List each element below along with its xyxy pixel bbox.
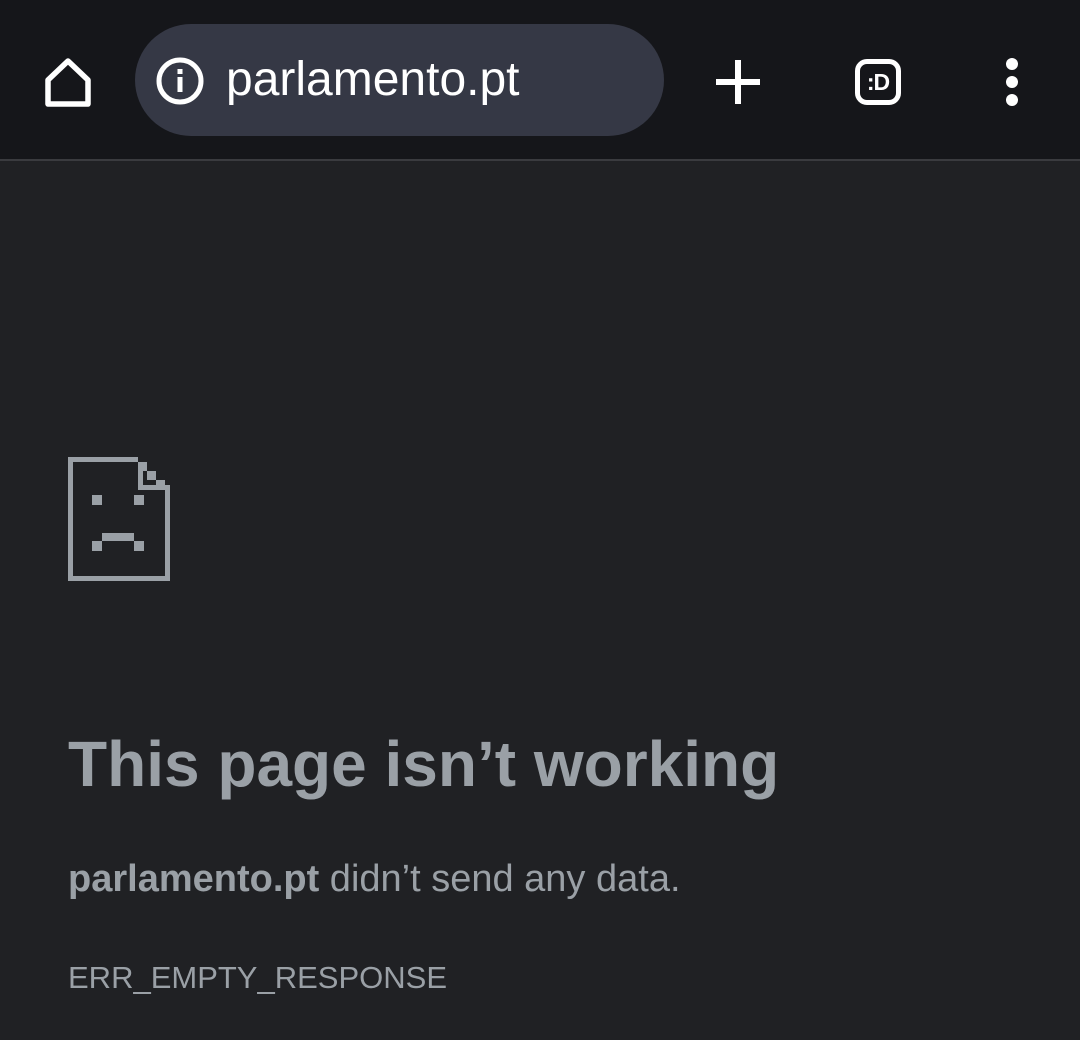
more-vertical-icon (1006, 58, 1018, 106)
sad-page-icon (68, 457, 170, 581)
url-text[interactable]: parlamento.pt (226, 52, 520, 108)
new-tab-button[interactable] (706, 50, 770, 114)
menu-button[interactable] (986, 50, 1038, 114)
address-bar[interactable]: parlamento.pt (135, 24, 664, 136)
info-icon[interactable] (155, 56, 205, 106)
error-message: parlamento.pt didn’t send any data. (68, 856, 681, 902)
error-message-text: didn’t send any data. (319, 858, 681, 900)
plus-icon (716, 60, 760, 104)
error-host: parlamento.pt (68, 858, 320, 900)
home-icon (45, 58, 91, 107)
tab-switcher-button[interactable]: :D (848, 52, 908, 112)
browser-toolbar: parlamento.pt :D (0, 0, 1080, 161)
tab-count-label: :D (855, 59, 901, 105)
error-page: This page isn’t working parlamento.pt di… (0, 161, 1080, 1040)
home-button[interactable] (36, 50, 100, 114)
error-title: This page isn’t working (68, 728, 780, 800)
error-code: ERR_EMPTY_RESPONSE (68, 960, 447, 995)
